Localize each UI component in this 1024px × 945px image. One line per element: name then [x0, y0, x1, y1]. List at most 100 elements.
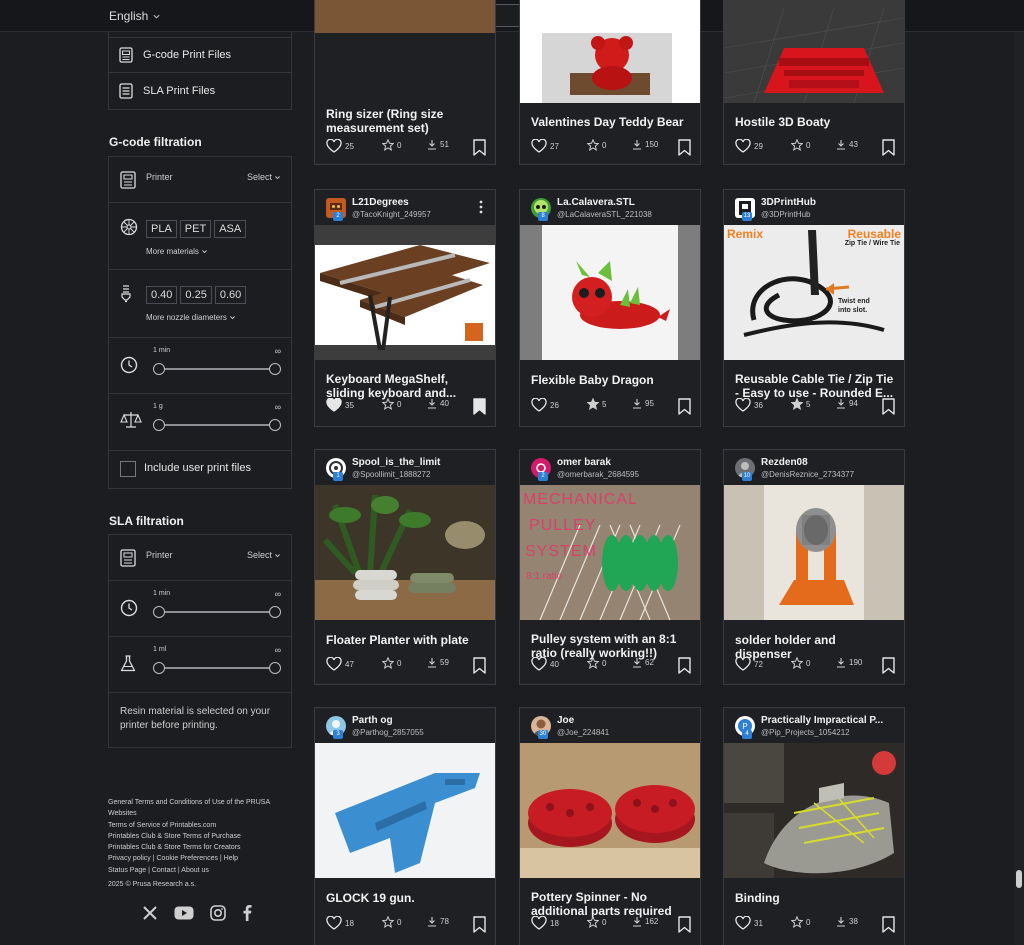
sla-printer-filter-row[interactable]: Printer Select [109, 535, 291, 581]
scrollbar-track[interactable] [1014, 32, 1024, 945]
instagram-icon[interactable] [210, 904, 226, 921]
include-user-files-row[interactable]: Include user print files [109, 451, 291, 488]
model-title[interactable]: Ring sizer (Ring size measurement set) [326, 107, 486, 135]
model-thumbnail[interactable] [315, 485, 495, 620]
model-card[interactable]: Valentines Day Teddy Bear 27 0 150 [519, 0, 701, 165]
card-author[interactable]: 10 Rezden08 @DenisReznice_2734377 [724, 450, 904, 485]
like-button[interactable]: 72 [735, 657, 763, 671]
slider-max-handle[interactable] [269, 662, 281, 674]
card-author[interactable]: 2 L21Degrees @TacoKnight_249957 [315, 190, 495, 225]
footer-link[interactable]: Printables Club & Store Terms of Purchas… [108, 831, 298, 842]
youtube-icon[interactable] [174, 906, 194, 920]
slider-min-handle[interactable] [153, 363, 165, 375]
language-selector[interactable]: English [109, 9, 161, 23]
model-thumbnail[interactable] [724, 485, 904, 620]
scrollbar-thumb[interactable] [1016, 870, 1022, 888]
footer-link-row[interactable]: Status Page | Contact | About us [108, 865, 298, 876]
model-card[interactable]: 2 omer barak @omerbarak_2684595 MECHANIC… [519, 449, 701, 685]
more-nozzles-link[interactable]: More nozzle diameters [146, 313, 236, 322]
card-author[interactable]: 1 Spool_is_the_limit @Spoollimit_1888272 [315, 450, 495, 485]
like-button[interactable]: 29 [735, 139, 763, 153]
model-title[interactable]: Pulley system with an 8:1 ratio (really … [531, 632, 691, 660]
card-author[interactable]: 8 La.Calavera.STL @LaCalaveraSTL_221038 [520, 190, 700, 225]
author-name[interactable]: Spool_is_the_limit [352, 457, 440, 468]
bookmark-icon[interactable] [473, 139, 486, 156]
model-card[interactable]: Hostile 3D Boaty 29 0 43 [723, 0, 905, 165]
slider-min-handle[interactable] [153, 419, 165, 431]
nozzle-chip-060[interactable]: 0.60 [214, 286, 247, 304]
model-card[interactable]: 1 Spool_is_the_limit @Spoollimit_1888272… [314, 449, 496, 685]
resin-volume-slider[interactable]: 1 ml ∞ [153, 645, 281, 676]
like-button[interactable]: 40 [531, 657, 559, 671]
sla-time-slider[interactable]: 1 min ∞ [153, 589, 281, 620]
author-name[interactable]: Parth og [352, 715, 393, 726]
like-button[interactable]: 31 [735, 916, 763, 930]
model-card[interactable]: 10 Rezden08 @DenisReznice_2734377 solder… [723, 449, 905, 685]
model-thumbnail[interactable] [520, 225, 700, 360]
footer-link[interactable]: Printables Club & Store Terms for Creato… [108, 842, 298, 853]
slider-max-handle[interactable] [269, 606, 281, 618]
sla-printer-select[interactable]: Select [247, 550, 281, 560]
model-thumbnail[interactable]: Remix Reusable Zip Tie / Wire Tie Twist … [724, 225, 904, 360]
model-card[interactable]: 8 La.Calavera.STL @LaCalaveraSTL_221038 … [519, 189, 701, 427]
card-author[interactable]: 30 Joe @Joe_224841 [520, 708, 700, 743]
model-thumbnail[interactable] [315, 225, 495, 360]
bookmark-icon[interactable] [678, 916, 691, 933]
material-chip-pla[interactable]: PLA [146, 220, 177, 238]
like-button[interactable]: 27 [531, 139, 559, 153]
nozzle-chip-040[interactable]: 0.40 [146, 286, 178, 304]
bookmark-icon[interactable] [678, 657, 691, 674]
model-card[interactable]: 13 3DPrintHub @3DPrintHub Remix Reusable… [723, 189, 905, 427]
like-button[interactable]: 18 [326, 916, 354, 930]
bookmark-icon[interactable] [473, 657, 486, 674]
author-name[interactable]: omer barak [557, 457, 611, 468]
facebook-icon[interactable] [242, 904, 252, 921]
like-button[interactable]: 26 [531, 398, 559, 412]
model-card[interactable]: 2 L21Degrees @TacoKnight_249957 Keyboard… [314, 189, 496, 427]
footer-link[interactable]: Terms of Service of Printables.com [108, 820, 298, 831]
footer-link-row[interactable]: Privacy policy | Cookie Preferences | He… [108, 853, 298, 864]
author-name[interactable]: 3DPrintHub [761, 197, 816, 208]
author-name[interactable]: Joe [557, 715, 574, 726]
slider-min-handle[interactable] [153, 606, 165, 618]
model-title[interactable]: Flexible Baby Dragon [531, 373, 691, 387]
model-card[interactable]: P 4 Practically Impractical P... @Pip_Pr… [723, 707, 905, 945]
model-title[interactable]: GLOCK 19 gun. [326, 891, 486, 905]
author-name[interactable]: L21Degrees [352, 197, 409, 208]
author-name[interactable]: Rezden08 [761, 457, 808, 468]
model-thumbnail[interactable] [315, 743, 495, 878]
printer-select[interactable]: Select [247, 172, 281, 182]
author-name[interactable]: Practically Impractical P... [761, 715, 883, 726]
model-thumbnail[interactable] [315, 0, 495, 33]
model-card[interactable]: 30 Joe @Joe_224841 Pottery Spinner - No … [519, 707, 701, 945]
bookmark-icon[interactable] [678, 139, 691, 156]
slider-max-handle[interactable] [269, 363, 281, 375]
card-author[interactable]: 2 omer barak @omerbarak_2684595 [520, 450, 700, 485]
card-author[interactable]: 13 3DPrintHub @3DPrintHub [724, 190, 904, 225]
model-title[interactable]: Pottery Spinner - No additional parts re… [531, 890, 691, 918]
printer-filter-row[interactable]: Printer Select [109, 157, 291, 203]
model-thumbnail[interactable]: MECHANICAL PULLEY SYSTEM 8:1 ratio [520, 485, 700, 620]
more-options-icon[interactable] [479, 200, 483, 214]
more-materials-link[interactable]: More materials [146, 247, 208, 256]
model-title[interactable]: Keyboard MegaShelf, sliding keyboard and… [326, 372, 486, 400]
model-thumbnail[interactable] [520, 743, 700, 878]
model-thumbnail[interactable] [724, 743, 904, 878]
author-name[interactable]: La.Calavera.STL [557, 197, 635, 208]
model-card[interactable]: 3 Parth og @Parthog_2857055 GLOCK 19 gun… [314, 707, 496, 945]
footer-link[interactable]: General Terms and Conditions of Use of t… [108, 797, 298, 820]
model-thumbnail-lower[interactable] [520, 33, 700, 103]
bookmark-icon[interactable] [882, 139, 895, 156]
weight-slider[interactable]: 1 g ∞ [153, 402, 281, 433]
like-button[interactable]: 36 [735, 398, 763, 412]
bookmark-icon[interactable] [882, 657, 895, 674]
model-title[interactable]: Hostile 3D Boaty [735, 115, 895, 129]
bookmark-icon[interactable] [882, 398, 895, 415]
material-chip-pet[interactable]: PET [179, 220, 212, 238]
model-title[interactable]: Binding [735, 891, 895, 905]
model-title[interactable]: Reusable Cable Tie / Zip Tie - Easy to u… [735, 372, 895, 400]
gcode-print-files-link[interactable]: G-code Print Files [109, 38, 291, 73]
bookmark-icon[interactable] [882, 916, 895, 933]
like-button[interactable]: 25 [326, 139, 354, 153]
slider-min-handle[interactable] [153, 662, 165, 674]
